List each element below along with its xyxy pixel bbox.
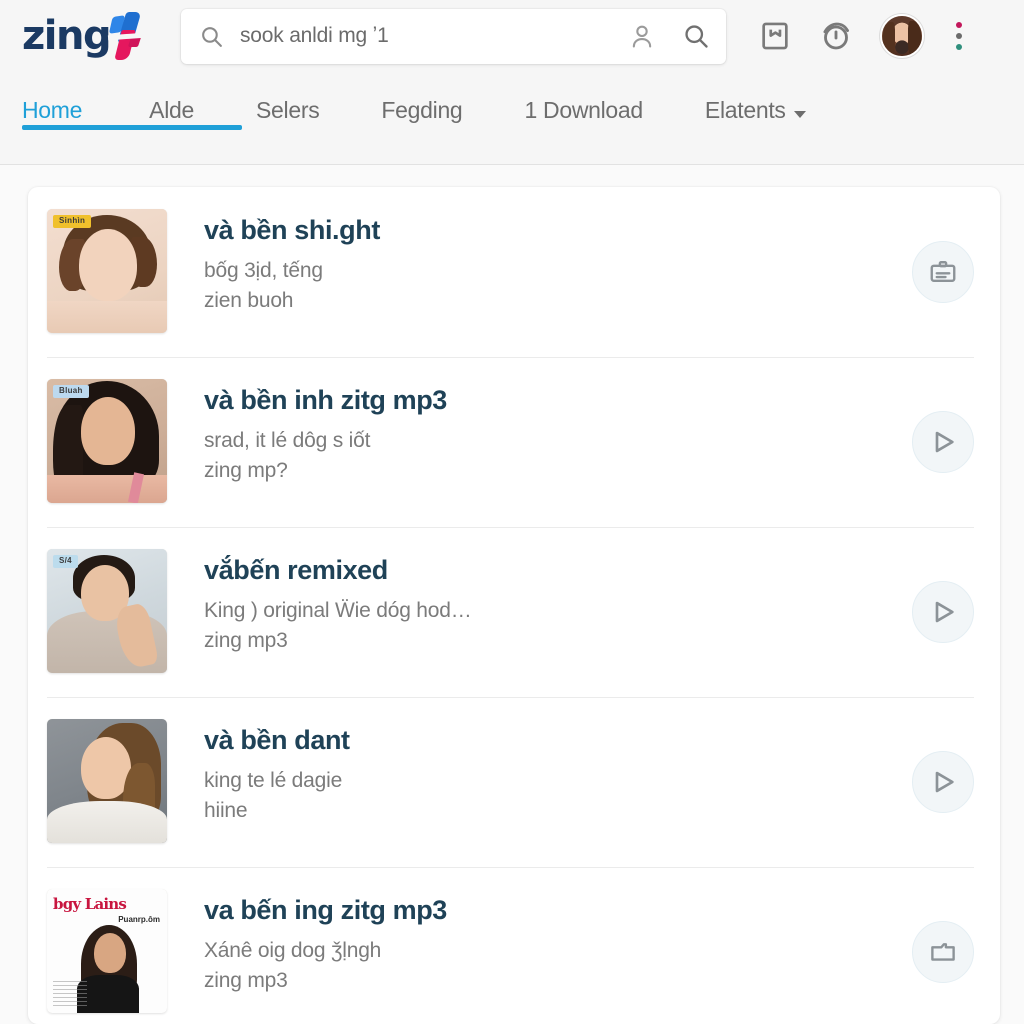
table-row[interactable]: và bền dant king te lé dagie hiine <box>28 697 1000 867</box>
tab-label: Home <box>22 97 83 123</box>
search-icon <box>199 24 224 49</box>
result-title[interactable]: và bền inh zitg mp3 <box>204 385 900 417</box>
result-thumbnail[interactable]: S/4 <box>47 549 167 673</box>
result-text-block: và bền inh zitg mp3 srad, it lé dôg s iố… <box>167 379 900 487</box>
zing-logo[interactable]: zing <box>22 10 167 62</box>
tab-label: Selers <box>256 97 320 123</box>
person-icon[interactable] <box>628 22 656 50</box>
tab-elatents[interactable]: Elatents <box>674 97 837 130</box>
card-badge-icon[interactable] <box>912 241 974 303</box>
result-thumbnail[interactable]: bgy Lains Puanrp.ôm <box>47 889 167 1013</box>
result-subtitle-line2: hiine <box>204 799 248 823</box>
result-subtitle-line2: zien buoh <box>204 289 294 313</box>
result-title[interactable]: và bền shi.ght <box>204 215 900 247</box>
result-title[interactable]: va bến ing zitg mp3 <box>204 895 900 927</box>
logo-wordmark: zing <box>22 13 112 59</box>
search-submit-icon[interactable] <box>682 22 710 50</box>
result-subtitle-line1: king te lé dagie <box>204 768 343 792</box>
result-text-block: va bến ing zitg mp3 Xánê oig dog ǯḷngh z… <box>167 889 900 997</box>
result-thumbnail[interactable]: Sinhìn <box>47 209 167 333</box>
result-subtitle-line2: zing mp3 <box>204 629 288 653</box>
avatar[interactable] <box>880 14 924 58</box>
result-title[interactable]: vắbến remixed <box>204 555 900 587</box>
table-row[interactable]: S/4 vắbến remixed King ) original Ẅie dó… <box>28 527 1000 697</box>
search-bar[interactable] <box>181 8 726 64</box>
result-text-block: vắbến remixed King ) original Ẅie dóg ho… <box>167 549 900 657</box>
tab-selers[interactable]: Selers <box>225 97 350 130</box>
overflow-menu-icon[interactable] <box>950 20 968 52</box>
table-row[interactable]: Bluah và bền inh zitg mp3 srad, it lé dô… <box>28 357 1000 527</box>
thumbnail-badge: S/4 <box>53 555 78 568</box>
app-root: zing sook anldi mg ʼ1 Home Alde Selers F… <box>0 0 1024 1024</box>
cover-subtitle: Puanrp.ôm <box>118 915 160 924</box>
result-thumbnail[interactable]: Bluah <box>47 379 167 503</box>
logo-mark-icon <box>107 10 147 62</box>
search-input[interactable] <box>224 24 616 48</box>
app-header: zing sook anldi mg ʼ1 Home Alde Selers F… <box>0 0 1024 165</box>
play-icon[interactable] <box>912 581 974 643</box>
result-thumbnail[interactable] <box>47 719 167 843</box>
active-tab-underline <box>22 125 242 130</box>
nav-tabs: Home Alde Selers Fegding 1 Download Elat… <box>0 72 1024 130</box>
cover-title: bgy Lains <box>53 895 127 913</box>
play-icon[interactable] <box>912 411 974 473</box>
play-icon[interactable] <box>912 751 974 813</box>
result-subtitle-line1: Xánê oig dog ǯḷngh <box>204 938 382 962</box>
thumbnail-badge: Sinhìn <box>53 215 92 228</box>
library-icon[interactable] <box>758 19 792 53</box>
result-subtitle-line2: zing mp3 <box>204 969 288 993</box>
results-page: Sinhìn và bền shi.ght bốg 3ịd, tếng zien… <box>0 165 1024 1024</box>
result-subtitle-line2: zing mp? <box>204 459 288 483</box>
folder-card-icon[interactable] <box>912 921 974 983</box>
result-subtitle-line1: bốg 3ịd, tếng <box>204 258 323 282</box>
tab-fegding[interactable]: Fegding <box>350 97 493 130</box>
thumbnail-badge: Bluah <box>53 385 89 398</box>
result-title[interactable]: và bền dant <box>204 725 900 757</box>
tab-label: 1 Download <box>524 97 643 123</box>
result-text-block: và bền dant king te lé dagie hiine <box>167 719 900 827</box>
result-subtitle-line1: srad, it lé dôg s iốt <box>204 428 371 452</box>
results-card: Sinhìn và bền shi.ght bốg 3ịd, tếng zien… <box>28 187 1000 1024</box>
tab-download[interactable]: 1 Download <box>493 97 673 130</box>
tab-label: Elatents <box>704 97 786 123</box>
table-row[interactable]: Sinhìn và bền shi.ght bốg 3ịd, tếng zien… <box>28 187 1000 357</box>
result-text-block: và bền shi.ght bốg 3ịd, tếng zien buoh <box>167 209 900 317</box>
history-icon[interactable] <box>818 18 854 54</box>
table-row[interactable]: bgy Lains Puanrp.ôm va bến ing zitg mp3 … <box>28 867 1000 1024</box>
header-actions <box>758 14 968 58</box>
header-top-bar: zing <box>0 0 1024 72</box>
chevron-down-icon <box>793 111 806 118</box>
result-subtitle-line1: King ) original Ẅie dóg hod… <box>204 598 472 622</box>
tab-label: Alde <box>149 97 194 123</box>
tab-label: Fegding <box>381 97 463 123</box>
